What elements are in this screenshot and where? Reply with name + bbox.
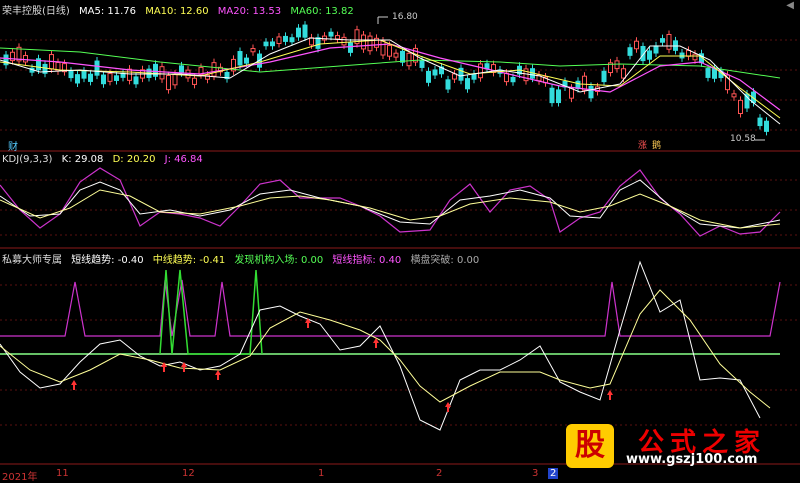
xaxis-12: 12 (182, 468, 195, 479)
buy-arrow-icon (215, 370, 221, 380)
kdj-k: K: 29.08 (61, 154, 104, 165)
gu-logo-icon: 股 (566, 424, 614, 468)
short-trend-label: 短线趋势: -0.40 (71, 255, 144, 266)
buy-arrow-icon (181, 362, 187, 372)
candlesticks (3, 21, 769, 136)
buy-arrow-icon (607, 390, 613, 400)
xaxis-2b: 2 (548, 468, 559, 479)
chart-canvas[interactable] (0, 0, 800, 480)
short-indicator-label: 短线指标: 0.40 (332, 255, 402, 266)
institution-label: 发现机构入场: 0.00 (234, 255, 324, 266)
mid-trend-label: 中线趋势: -0.41 (152, 255, 226, 266)
main-cai-label: 财 (8, 142, 18, 153)
short-indicator-line (0, 279, 781, 337)
kdj-k-line (0, 179, 781, 229)
kdj-d: D: 20.20 (112, 154, 156, 165)
kdj-j-line (0, 167, 781, 237)
xaxis-1: 1 (318, 468, 325, 479)
indicator-name[interactable]: 私募大师专属 (2, 255, 62, 266)
low-price-label: 10.58 (730, 134, 756, 144)
kdj-name[interactable]: KDJ(9,3,3) (2, 154, 52, 165)
tag-zhang: 涨 (638, 141, 648, 151)
xaxis-3: 3 (532, 468, 539, 479)
high-price-label: 16.80 (392, 12, 418, 22)
short-trend-line (0, 260, 761, 431)
site-watermark: 股 公式之家 www.gszj100.com (560, 422, 780, 470)
kdj-header: KDJ(9,3,3) K: 29.08 D: 20.20 J: 46.84 (2, 154, 209, 165)
site-url: www.gszj100.com (626, 452, 758, 467)
indicator-header: 私募大师专属 短线趋势: -0.40 中线趋势: -0.41 发现机构入场: 0… (2, 251, 485, 266)
xaxis-11: 11 (56, 468, 69, 479)
xaxis-year: 2021年 (2, 472, 38, 483)
institution-line (159, 269, 263, 355)
xaxis-2: 2 (436, 468, 443, 479)
buy-arrows (71, 318, 613, 412)
tag-e: 鹅 (652, 141, 662, 151)
kdj-j: J: 46.84 (164, 154, 203, 165)
kdj-d-line (0, 189, 781, 229)
buy-arrow-icon (71, 380, 77, 390)
breakout-label: 横盘突破: 0.00 (410, 255, 480, 266)
